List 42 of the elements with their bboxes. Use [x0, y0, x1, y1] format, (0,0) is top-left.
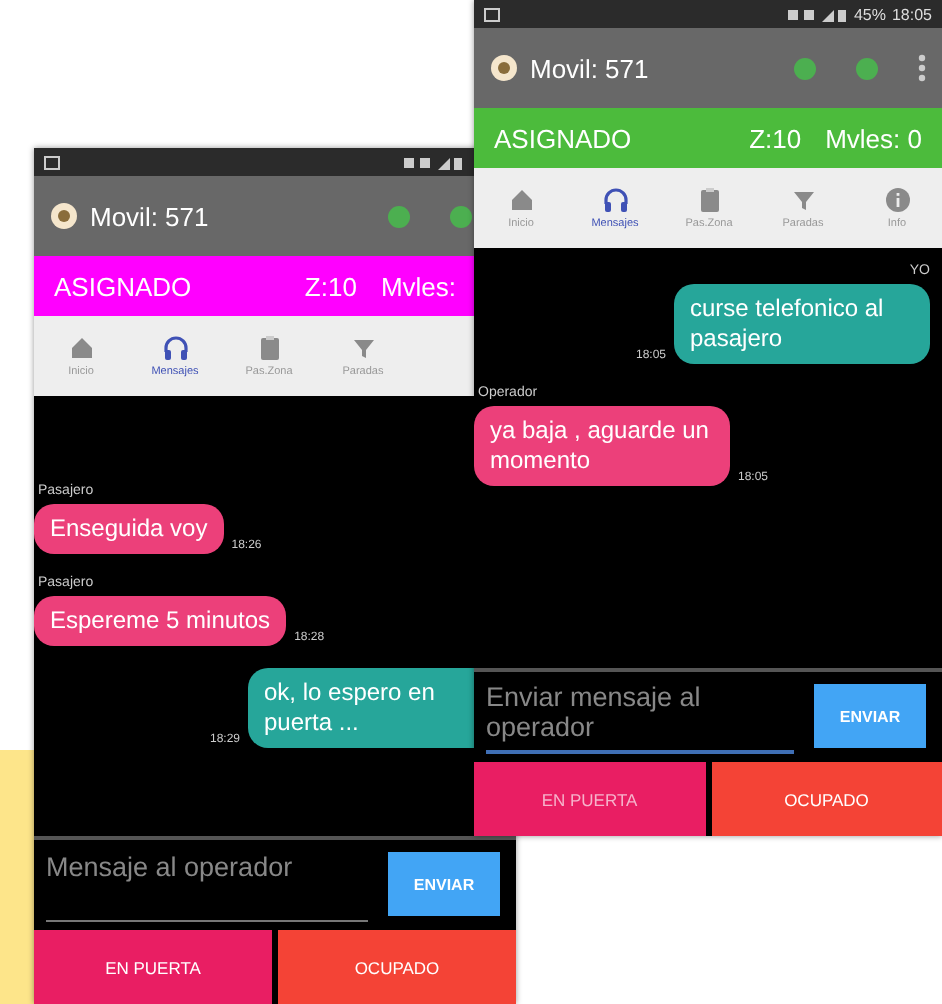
headphones-icon: [161, 334, 189, 362]
avatar-icon: [490, 54, 518, 82]
signal-icons: [787, 7, 848, 21]
battery-percent: 45%: [853, 5, 886, 23]
mobiles-label: Mvles:: [380, 271, 456, 301]
funnel-icon: [349, 334, 377, 362]
mobiles-label: Mvles: 0: [825, 123, 922, 153]
notification-icon: [44, 155, 60, 169]
avatar-icon: [50, 202, 78, 230]
info-icon: [883, 186, 911, 214]
zone-label: Z:10: [749, 123, 802, 153]
send-button[interactable]: ENVIAR: [388, 852, 500, 916]
message-bubble: Enseguida voy: [34, 504, 224, 554]
funnel-icon: [789, 186, 817, 214]
status-label: ASIGNADO: [54, 271, 194, 301]
clock-time: 18:05: [891, 5, 932, 23]
app-title: Movil: 571: [530, 53, 651, 83]
status-indicator: [388, 205, 410, 227]
zone-label: Z:10: [304, 271, 357, 301]
message-bubble: curse telefonico al pasajero: [674, 284, 930, 364]
message-bubble: Espereme 5 minutos: [34, 596, 287, 646]
status-indicator: [856, 57, 878, 79]
action-button[interactable]: OCUPADO: [711, 762, 942, 836]
send-button[interactable]: ENVIAR: [814, 684, 926, 748]
status-label: ASIGNADO: [494, 123, 634, 153]
home-icon: [67, 334, 95, 362]
action-button[interactable]: OCUPADO: [278, 930, 516, 1004]
overflow-menu-icon[interactable]: [918, 54, 926, 82]
headphones-icon: [601, 186, 629, 214]
status-indicator: [794, 57, 816, 79]
message-input[interactable]: Enviar mensaje al operador: [486, 678, 794, 754]
action-button[interactable]: EN PUERTA: [34, 930, 272, 1004]
notification-icon: [484, 7, 500, 21]
message-bubble: ya baja , aguarde un momento: [474, 406, 730, 486]
action-button: EN PUERTA: [474, 762, 705, 836]
clipboard-icon: [255, 334, 283, 362]
home-icon: [507, 186, 535, 214]
message-input[interactable]: Mensaje al operador: [46, 847, 368, 921]
status-indicator: [450, 205, 472, 227]
clipboard-icon: [695, 186, 723, 214]
signal-icons: [404, 155, 464, 169]
app-title: Movil: 571: [90, 201, 211, 231]
